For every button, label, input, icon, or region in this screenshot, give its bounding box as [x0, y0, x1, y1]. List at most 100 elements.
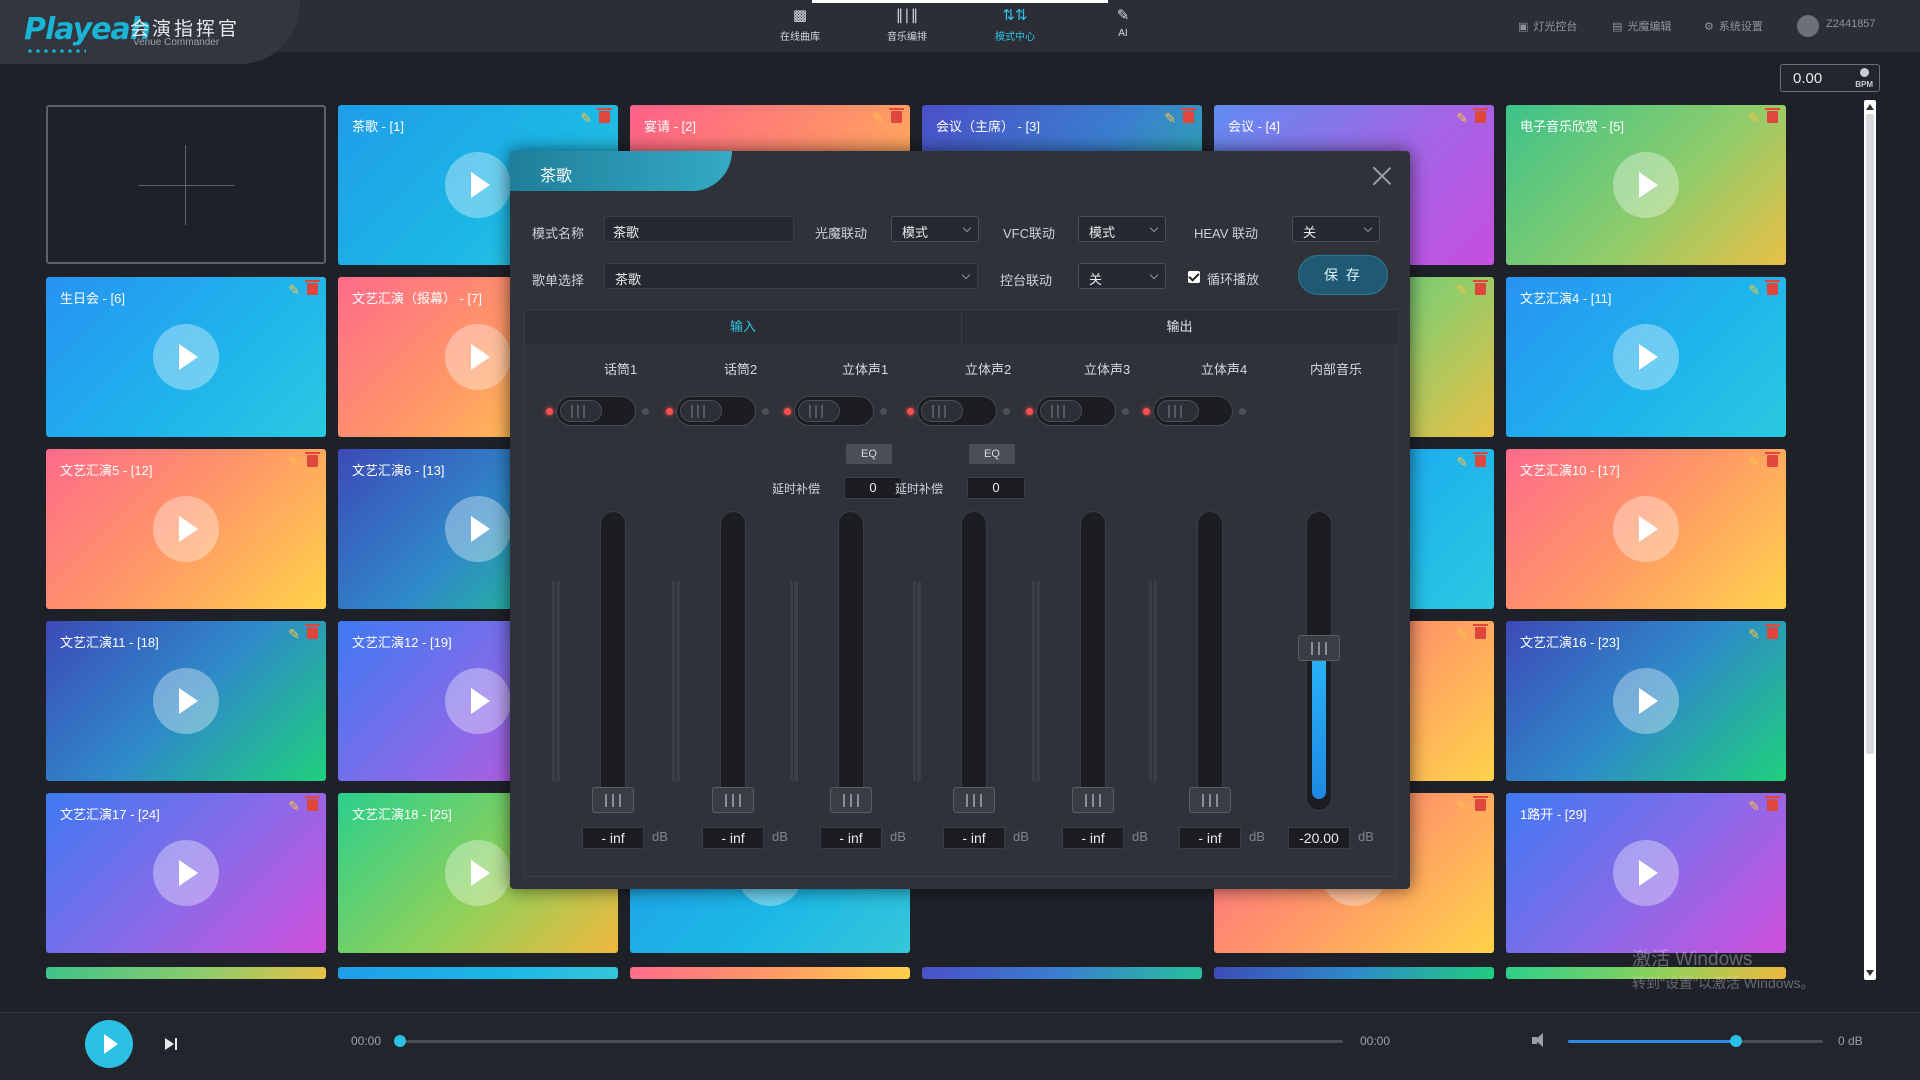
edit-pencil-icon[interactable]: ✎: [580, 110, 592, 127]
play-icon[interactable]: [153, 668, 219, 734]
progress-track[interactable]: [400, 1040, 1343, 1043]
next-track-icon[interactable]: [165, 1036, 179, 1052]
channel-toggle[interactable]: [917, 396, 997, 426]
play-icon[interactable]: [1613, 840, 1679, 906]
mode-card[interactable]: 文艺汇演16 - [23] ✎: [1506, 621, 1786, 781]
fader-track[interactable]: [961, 511, 987, 811]
scroll-down-icon[interactable]: [1866, 970, 1874, 976]
menu-light-magic-edit[interactable]: ▤ 光魔编辑: [1612, 18, 1671, 34]
mode-name-input[interactable]: 茶歌: [604, 216, 794, 242]
mode-card[interactable]: 文艺汇演11 - [18] ✎: [46, 621, 326, 781]
delay-input[interactable]: 0: [844, 477, 902, 499]
play-icon[interactable]: [445, 840, 511, 906]
channel-toggle[interactable]: [676, 396, 756, 426]
trash-icon[interactable]: [1765, 108, 1780, 123]
edit-pencil-icon[interactable]: ✎: [1456, 626, 1468, 643]
fader-track[interactable]: [600, 511, 626, 811]
eq-button[interactable]: EQ: [846, 444, 892, 464]
edit-pencil-icon[interactable]: ✎: [1456, 282, 1468, 299]
trash-icon[interactable]: [305, 280, 320, 295]
fader-thumb[interactable]: [1298, 635, 1340, 661]
trash-icon[interactable]: [1473, 108, 1488, 123]
avatar[interactable]: [1797, 15, 1819, 37]
fader-thumb[interactable]: [1072, 787, 1114, 813]
trash-icon[interactable]: [1765, 280, 1780, 295]
edit-pencil-icon[interactable]: ✎: [288, 454, 300, 471]
trash-icon[interactable]: [1473, 452, 1488, 467]
trash-icon[interactable]: [305, 624, 320, 639]
progress-knob[interactable]: [394, 1035, 406, 1047]
edit-pencil-icon[interactable]: ✎: [872, 110, 884, 127]
loop-checkbox[interactable]: [1188, 271, 1200, 283]
vfc-link-select[interactable]: 模式: [1078, 216, 1166, 242]
trash-icon[interactable]: [305, 452, 320, 467]
console-link-select[interactable]: 关: [1078, 263, 1166, 289]
fader-thumb[interactable]: [1189, 787, 1231, 813]
fader-thumb[interactable]: [712, 787, 754, 813]
fader-track[interactable]: [838, 511, 864, 811]
menu-light-console[interactable]: ▣ 灯光控台: [1518, 18, 1577, 34]
edit-pencil-icon[interactable]: ✎: [1748, 626, 1760, 643]
tab-output[interactable]: 输出: [961, 310, 1397, 344]
edit-pencil-icon[interactable]: ✎: [288, 282, 300, 299]
vertical-scrollbar[interactable]: [1864, 100, 1876, 980]
channel-toggle[interactable]: [794, 396, 874, 426]
edit-pencil-icon[interactable]: ✎: [1748, 798, 1760, 815]
volume-icon[interactable]: [1532, 1033, 1548, 1049]
trash-icon[interactable]: [889, 108, 904, 123]
play-icon[interactable]: [1613, 152, 1679, 218]
play-icon[interactable]: [445, 324, 511, 390]
mode-card-partial[interactable]: [630, 967, 910, 979]
channel-toggle[interactable]: [556, 396, 636, 426]
eq-button[interactable]: EQ: [969, 444, 1015, 464]
trash-icon[interactable]: [1473, 624, 1488, 639]
nav-music-arrange[interactable]: ∥∣∥ 音乐编排: [857, 0, 957, 52]
edit-pencil-icon[interactable]: ✎: [1748, 454, 1760, 471]
mode-card-partial[interactable]: [1214, 967, 1494, 979]
play-icon[interactable]: [1613, 668, 1679, 734]
fader-track[interactable]: [1080, 511, 1106, 811]
edit-pencil-icon[interactable]: ✎: [1456, 454, 1468, 471]
mode-card[interactable]: 1路开 - [29] ✎: [1506, 793, 1786, 953]
edit-pencil-icon[interactable]: ✎: [1456, 798, 1468, 815]
light-link-select[interactable]: 模式: [891, 216, 979, 242]
play-icon[interactable]: [153, 324, 219, 390]
mode-card-partial[interactable]: [46, 967, 326, 979]
fader-track[interactable]: [720, 511, 746, 811]
fader-thumb[interactable]: [953, 787, 995, 813]
edit-pencil-icon[interactable]: ✎: [288, 626, 300, 643]
play-icon[interactable]: [153, 496, 219, 562]
mode-card[interactable]: 生日会 - [6] ✎: [46, 277, 326, 437]
edit-pencil-icon[interactable]: ✎: [1164, 110, 1176, 127]
edit-pencil-icon[interactable]: ✎: [288, 798, 300, 815]
scroll-thumb[interactable]: [1866, 114, 1874, 754]
save-button[interactable]: 保 存: [1298, 255, 1388, 295]
bpm-display[interactable]: 0.00 BPM: [1780, 64, 1880, 92]
fader-track[interactable]: [1197, 511, 1223, 811]
mode-card-partial[interactable]: [338, 967, 618, 979]
fader-thumb[interactable]: [830, 787, 872, 813]
play-button[interactable]: [85, 1020, 133, 1068]
delay-input[interactable]: 0: [967, 477, 1025, 499]
trash-icon[interactable]: [1765, 452, 1780, 467]
mode-card[interactable]: 文艺汇演17 - [24] ✎: [46, 793, 326, 953]
mode-card-partial[interactable]: [922, 967, 1202, 979]
edit-pencil-icon[interactable]: ✎: [1748, 282, 1760, 299]
volume-slider[interactable]: [1568, 1035, 1823, 1047]
trash-icon[interactable]: [597, 108, 612, 123]
playlist-select[interactable]: 茶歌: [604, 263, 978, 289]
channel-toggle[interactable]: [1153, 396, 1233, 426]
close-icon[interactable]: [1372, 166, 1392, 186]
trash-icon[interactable]: [305, 796, 320, 811]
trash-icon[interactable]: [1473, 796, 1488, 811]
mode-card[interactable]: 文艺汇演5 - [12] ✎: [46, 449, 326, 609]
play-icon[interactable]: [445, 152, 511, 218]
fader-thumb[interactable]: [592, 787, 634, 813]
scroll-up-icon[interactable]: [1866, 104, 1874, 110]
heav-link-select[interactable]: 关: [1292, 216, 1380, 242]
mode-card[interactable]: 文艺汇演4 - [11] ✎: [1506, 277, 1786, 437]
nav-ai[interactable]: ✎ AI: [1073, 0, 1173, 52]
nav-mode-center[interactable]: ⇅⇅ 模式中心: [965, 0, 1065, 52]
play-icon[interactable]: [153, 840, 219, 906]
trash-icon[interactable]: [1765, 624, 1780, 639]
